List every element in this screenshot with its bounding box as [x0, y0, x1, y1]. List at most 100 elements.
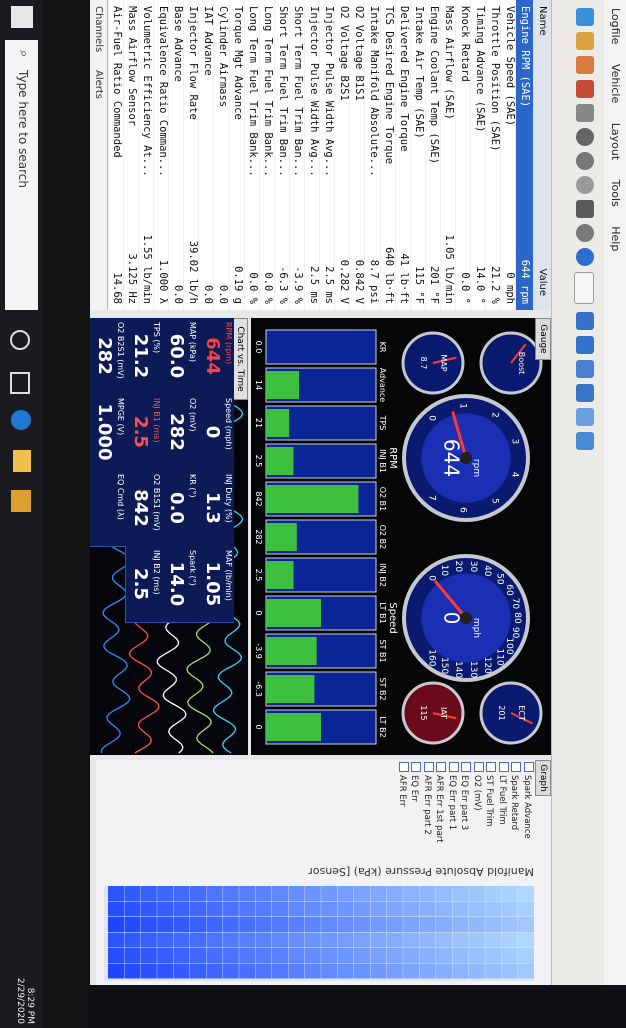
table-row[interactable]: Engine RPM (SAE) 644 rpm	[515, 0, 533, 310]
play-forward-icon[interactable]	[576, 248, 594, 266]
graph-series-item[interactable]: AFR Err	[397, 762, 410, 857]
histogram-cell	[452, 948, 469, 963]
histogram-cell	[419, 886, 436, 901]
hp-tuners-taskbar-icon[interactable]	[11, 490, 31, 512]
vehicle-icon[interactable]	[576, 104, 594, 122]
table-row[interactable]: Mass Airflow (SAE) 1.05 lb/min	[440, 0, 458, 310]
pid-value: 14.68	[111, 272, 124, 304]
edge-icon[interactable]	[11, 410, 31, 430]
pid-name: Injector Flow Rate	[186, 6, 199, 120]
open-icon[interactable]	[576, 32, 594, 50]
table-row[interactable]: O2 Voltage B2S1 0.282 V	[334, 0, 352, 310]
clock[interactable]: 8:29 PM 2/29/2020	[7, 960, 35, 1024]
table-row[interactable]: Injector Flow Rate 39.02 lb/h	[183, 0, 201, 310]
menu-help[interactable]: Help	[605, 218, 626, 259]
table-row[interactable]: O2 Voltage B1S1 0.842 V	[349, 0, 367, 310]
zoom-out-icon[interactable]	[576, 336, 594, 354]
table-row[interactable]: Injector Pulse Width Avg... 2.5 ms	[304, 0, 322, 310]
panel-tabs: Channels Alerts	[89, 0, 108, 310]
zoom-in-icon[interactable]	[576, 312, 594, 330]
stop-icon[interactable]	[576, 128, 594, 146]
play-icon[interactable]	[576, 176, 594, 194]
graph-series-item[interactable]: Spark Retard	[509, 762, 522, 857]
histogram-cell	[222, 917, 239, 932]
menu-tools[interactable]: Tools	[605, 172, 626, 215]
histogram-cell	[239, 886, 256, 901]
menu-vehicle[interactable]: Vehicle	[605, 56, 626, 111]
gauge-tab[interactable]: Gauge	[535, 318, 551, 360]
table-row[interactable]: Engine Coolant Temp (SAE) 201 °F	[424, 0, 443, 310]
graph-series-item[interactable]: EQ Err part 1	[447, 762, 460, 857]
histogram-cell	[140, 963, 157, 979]
table-row[interactable]: Torque Mgt Advance 0.19 g	[228, 0, 247, 310]
search-icon[interactable]	[576, 360, 594, 378]
menu-logfile[interactable]: Logfile	[605, 0, 626, 52]
pid-table-header: Name Value	[533, 0, 551, 310]
pid-value: 8.7 psi	[368, 259, 380, 304]
table-row[interactable]: Air-Fuel Ratio Commanded 14.68	[107, 0, 126, 310]
readout-label: O2 B1S1 (mV)	[152, 474, 161, 531]
record-icon[interactable]	[576, 80, 594, 98]
table-row[interactable]: Intake Air Temp (SAE) 115 °F	[409, 0, 428, 310]
table-row[interactable]: TCS Desired Engine Torque 640 lb·ft	[379, 0, 398, 310]
rpm-gauge-tick-label: 1	[457, 403, 467, 409]
table-row[interactable]: Injector Pulse Width Avg... 2.5 ms	[319, 0, 337, 310]
save-icon[interactable]	[576, 56, 594, 74]
graph-series-item[interactable]: EQ Err	[409, 762, 422, 857]
menu-layout[interactable]: Layout	[605, 115, 626, 168]
table-row[interactable]: Short Term Fuel Trim Ban... -3.9 %	[289, 0, 307, 310]
graph-series-item[interactable]: Spark Advance	[522, 762, 535, 857]
histogram-cell	[140, 917, 157, 932]
new-icon[interactable]	[576, 8, 594, 26]
cortana-icon[interactable]	[10, 330, 30, 350]
name-column-header[interactable]: Name	[537, 6, 548, 36]
taskbar-search-box[interactable]: ⌕ Type here to search	[5, 40, 38, 310]
graph-tab[interactable]: Graph	[535, 760, 551, 796]
table-row[interactable]: Knock Retard 0.0 °	[455, 0, 473, 310]
table-row[interactable]: Base Advance 0.0	[168, 0, 186, 310]
channels-tab[interactable]: Channels	[93, 6, 104, 52]
chart-vs-time-tab[interactable]: Chart vs. Time	[232, 318, 248, 400]
file-explorer-icon[interactable]	[13, 450, 31, 472]
graph-series-item[interactable]: AFR Err part 2	[422, 762, 435, 857]
histogram-cell	[173, 901, 190, 917]
pid-name: Base Advance	[171, 6, 184, 82]
table-row[interactable]: Volumetric Efficiency At... 1.55 lb/min	[138, 0, 156, 310]
table-row[interactable]: Delivered Engine Torque 41 lb·ft	[394, 0, 413, 310]
table-row[interactable]: Throttle Position (SAE) 21.2 %	[485, 0, 503, 310]
histogram-cell	[140, 932, 157, 948]
skip-icon[interactable]	[576, 200, 594, 218]
histogram-cell	[468, 932, 485, 948]
value-column-header[interactable]: Value	[537, 269, 548, 296]
table-row[interactable]: Vehicle Speed (SAE) 0 mph	[500, 0, 518, 310]
graph-series-item[interactable]: O2 (mV)	[472, 762, 485, 857]
grid-icon[interactable]	[576, 384, 594, 402]
speed-select[interactable]	[574, 272, 594, 304]
histogram-grid[interactable]	[104, 886, 534, 981]
table-row[interactable]: Long Term Fuel Trim Bank... 0.0 %	[243, 0, 262, 310]
pause-icon[interactable]	[576, 152, 594, 170]
table-row[interactable]: Equivalence Ratio Comman... 1.000 λ	[153, 0, 171, 310]
help-icon[interactable]	[576, 432, 594, 450]
windows-start-icon[interactable]	[11, 6, 33, 28]
pid-name: Equivalence Ratio Comman...	[156, 6, 169, 177]
table-row[interactable]: IAT Advance 0.0	[198, 0, 216, 310]
alerts-tab[interactable]: Alerts	[93, 70, 104, 99]
graph-series-item[interactable]: AFR Err 1st part	[434, 762, 447, 857]
table-row[interactable]: Cylinder Airmass 0.0	[213, 0, 231, 310]
table-row[interactable]: Short Term Fuel Trim Ban... -6.3 %	[273, 0, 292, 310]
graph-series-item[interactable]: ST Fuel Trim	[484, 762, 497, 857]
layout-icon[interactable]	[576, 408, 594, 426]
table-row[interactable]: Intake Manifold Absolute... 8.7 psi	[364, 0, 382, 310]
pid-value: -6.3 %	[277, 266, 290, 304]
speed-gauge-tick-label: 100	[504, 637, 514, 654]
bar-gauge-label: KR	[378, 342, 387, 353]
table-row[interactable]: Timing Advance (SAE) 14.0 °	[470, 0, 488, 310]
scan-icon[interactable]	[576, 224, 594, 242]
readout-value: 1.3	[202, 492, 223, 524]
table-row[interactable]: Mass Airflow Sensor 3.125 Hz	[122, 0, 141, 310]
task-view-icon[interactable]	[10, 372, 30, 394]
table-row[interactable]: Long Term Fuel Trim Bank... 0.0 %	[258, 0, 277, 310]
graph-series-item[interactable]: EQ Err part 3	[459, 762, 472, 857]
graph-series-item[interactable]: LT Fuel Trim	[497, 762, 510, 857]
